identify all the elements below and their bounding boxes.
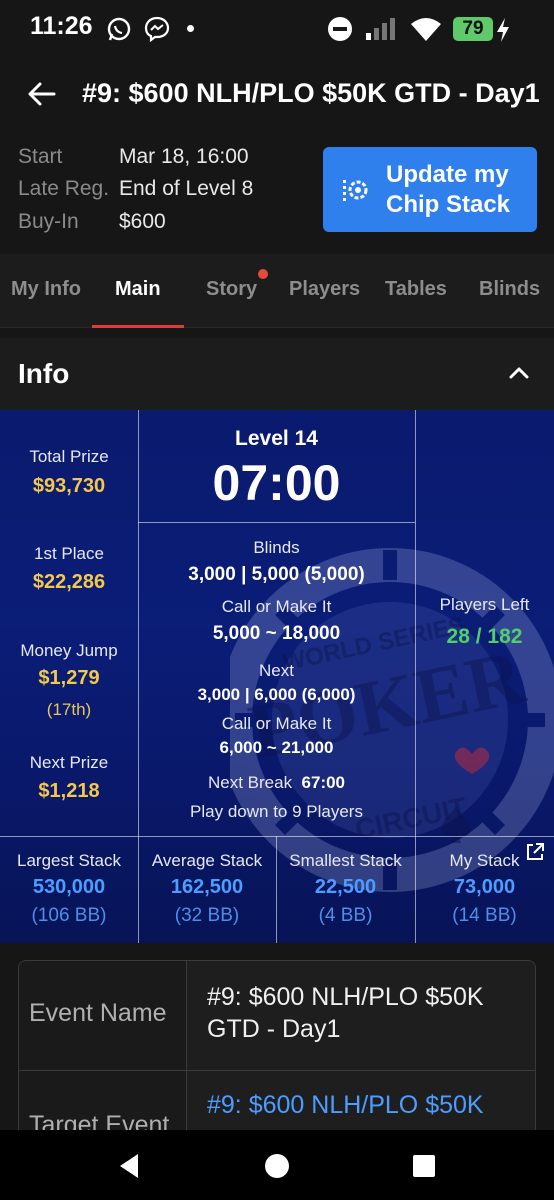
call-label: Call or Make It — [221, 597, 332, 616]
money-jump-value: $1,279 — [38, 667, 100, 689]
info-section-header[interactable]: Info — [0, 338, 554, 410]
messenger-icon — [144, 16, 170, 42]
tab-my-info[interactable]: My Info — [11, 278, 81, 301]
next-break-row: Next Break 67:00 — [138, 773, 415, 793]
total-prize-value: $93,730 — [32, 475, 106, 497]
total-prize-label: Total Prize — [29, 447, 109, 466]
largest-stack-value: 530,000 — [32, 876, 106, 898]
update-label-line1: Update my — [386, 161, 509, 188]
story-new-badge — [258, 269, 268, 279]
average-stack-value: 162,500 — [170, 876, 244, 898]
call-range-value: 5,000 ~ 18,000 — [212, 623, 341, 644]
event-name-row: Event Name #9: $600 NLH/PLO $50K GTD - D… — [19, 961, 535, 1071]
largest-stack-label: Largest Stack — [17, 851, 121, 870]
next-label: Next — [259, 661, 294, 680]
grid-line-level — [138, 522, 415, 523]
clock-timer: 07:00 — [212, 455, 341, 511]
update-chip-stack-button[interactable]: Update my Chip Stack — [323, 147, 537, 232]
tab-blinds[interactable]: Blinds — [479, 278, 540, 301]
status-time: 11:26 — [30, 12, 93, 40]
tab-tables[interactable]: Tables — [385, 278, 447, 301]
back-arrow-icon[interactable] — [24, 76, 60, 112]
grid-line-stacks — [0, 836, 554, 837]
page-title: #9: $600 NLH/PLO $50K GTD - Day1 — [82, 78, 540, 108]
start-value: Mar 18, 16:00 — [119, 145, 249, 168]
next-prize-label: Next Prize — [29, 753, 109, 772]
first-place-label: 1st Place — [34, 544, 104, 563]
my-stack-bb: (14 BB) — [452, 905, 517, 926]
blinds-value: 3,000 | 5,000 (5,000) — [188, 564, 365, 585]
update-chip-stack-label: Update my Chip Stack — [386, 160, 536, 220]
target-event-link[interactable]: #9: $600 NLH/PLO $50K — [207, 1089, 525, 1121]
tab-bar: My Info Main Story Players Tables Blinds — [0, 254, 554, 328]
average-stack-label: Average Stack — [151, 851, 263, 870]
update-label-line2: Chip Stack — [386, 191, 511, 218]
my-stack-value: 73,000 — [453, 876, 516, 898]
tournament-clock-board: POKER WORLD SERIES CIRCUIT Total Prize $… — [0, 410, 554, 943]
active-tab-indicator — [92, 325, 184, 328]
next-call-range-value: 6,000 ~ 21,000 — [219, 738, 334, 757]
nav-recents-icon[interactable] — [412, 1154, 436, 1178]
next-blinds-value: 3,000 | 6,000 (6,000) — [197, 685, 356, 704]
chip-stack-icon — [343, 180, 368, 201]
next-break-value: 67:00 — [301, 773, 346, 792]
event-name-key: Event Name — [29, 999, 167, 1027]
start-label: Start — [18, 145, 63, 168]
buyin-label: Buy-In — [18, 210, 79, 233]
latereg-value: End of Level 8 — [119, 177, 254, 200]
tab-players[interactable]: Players — [289, 278, 360, 301]
play-down-text: Play down to 9 Players — [190, 802, 363, 821]
latereg-label: Late Reg. — [18, 177, 110, 200]
event-name-line2: GTD - Day1 — [207, 1015, 341, 1043]
players-left-value: 28 / 182 — [446, 625, 523, 648]
largest-stack-bb: (106 BB) — [31, 905, 107, 926]
tab-main[interactable]: Main — [115, 278, 161, 301]
info-title: Info — [18, 358, 70, 389]
battery-level: 79 — [453, 17, 493, 41]
next-break-label: Next Break — [207, 773, 293, 792]
event-name-line1: #9: $600 NLH/PLO $50K — [207, 983, 484, 1011]
blinds-label: Blinds — [253, 538, 300, 557]
level-label: Level 14 — [235, 427, 318, 450]
edit-external-icon[interactable] — [525, 842, 545, 862]
players-left-label: Players Left — [439, 595, 530, 614]
next-prize-value: $1,218 — [38, 780, 100, 802]
tab-story[interactable]: Story — [206, 278, 257, 301]
wifi-icon — [411, 18, 441, 41]
first-place-value: $22,286 — [32, 571, 106, 593]
signal-icon — [366, 18, 395, 40]
buyin-value: $600 — [119, 210, 166, 233]
status-bar: 11:26 79 — [0, 0, 554, 60]
next-call-label: Call or Make It — [221, 714, 332, 733]
smallest-stack-value: 22,500 — [314, 876, 377, 898]
notification-dot-icon — [187, 25, 194, 32]
nav-home-icon[interactable] — [264, 1153, 290, 1179]
do-not-disturb-icon — [328, 17, 352, 41]
money-jump-place: (17th) — [46, 700, 92, 719]
smallest-stack-label: Smallest Stack — [289, 851, 402, 870]
smallest-stack-bb: (4 BB) — [318, 905, 373, 926]
event-name-key-cell: Event Name — [19, 961, 187, 1070]
charging-icon — [497, 18, 509, 42]
whatsapp-icon — [107, 17, 131, 41]
nav-back-icon[interactable] — [116, 1152, 142, 1180]
chevron-up-icon[interactable] — [506, 362, 532, 384]
average-stack-bb: (32 BB) — [174, 905, 240, 926]
money-jump-label: Money Jump — [20, 641, 118, 660]
system-nav-bar — [0, 1130, 554, 1200]
app-header: #9: $600 NLH/PLO $50K GTD - Day1 — [0, 60, 554, 128]
event-name-value: #9: $600 NLH/PLO $50K GTD - Day1 — [207, 981, 525, 1045]
